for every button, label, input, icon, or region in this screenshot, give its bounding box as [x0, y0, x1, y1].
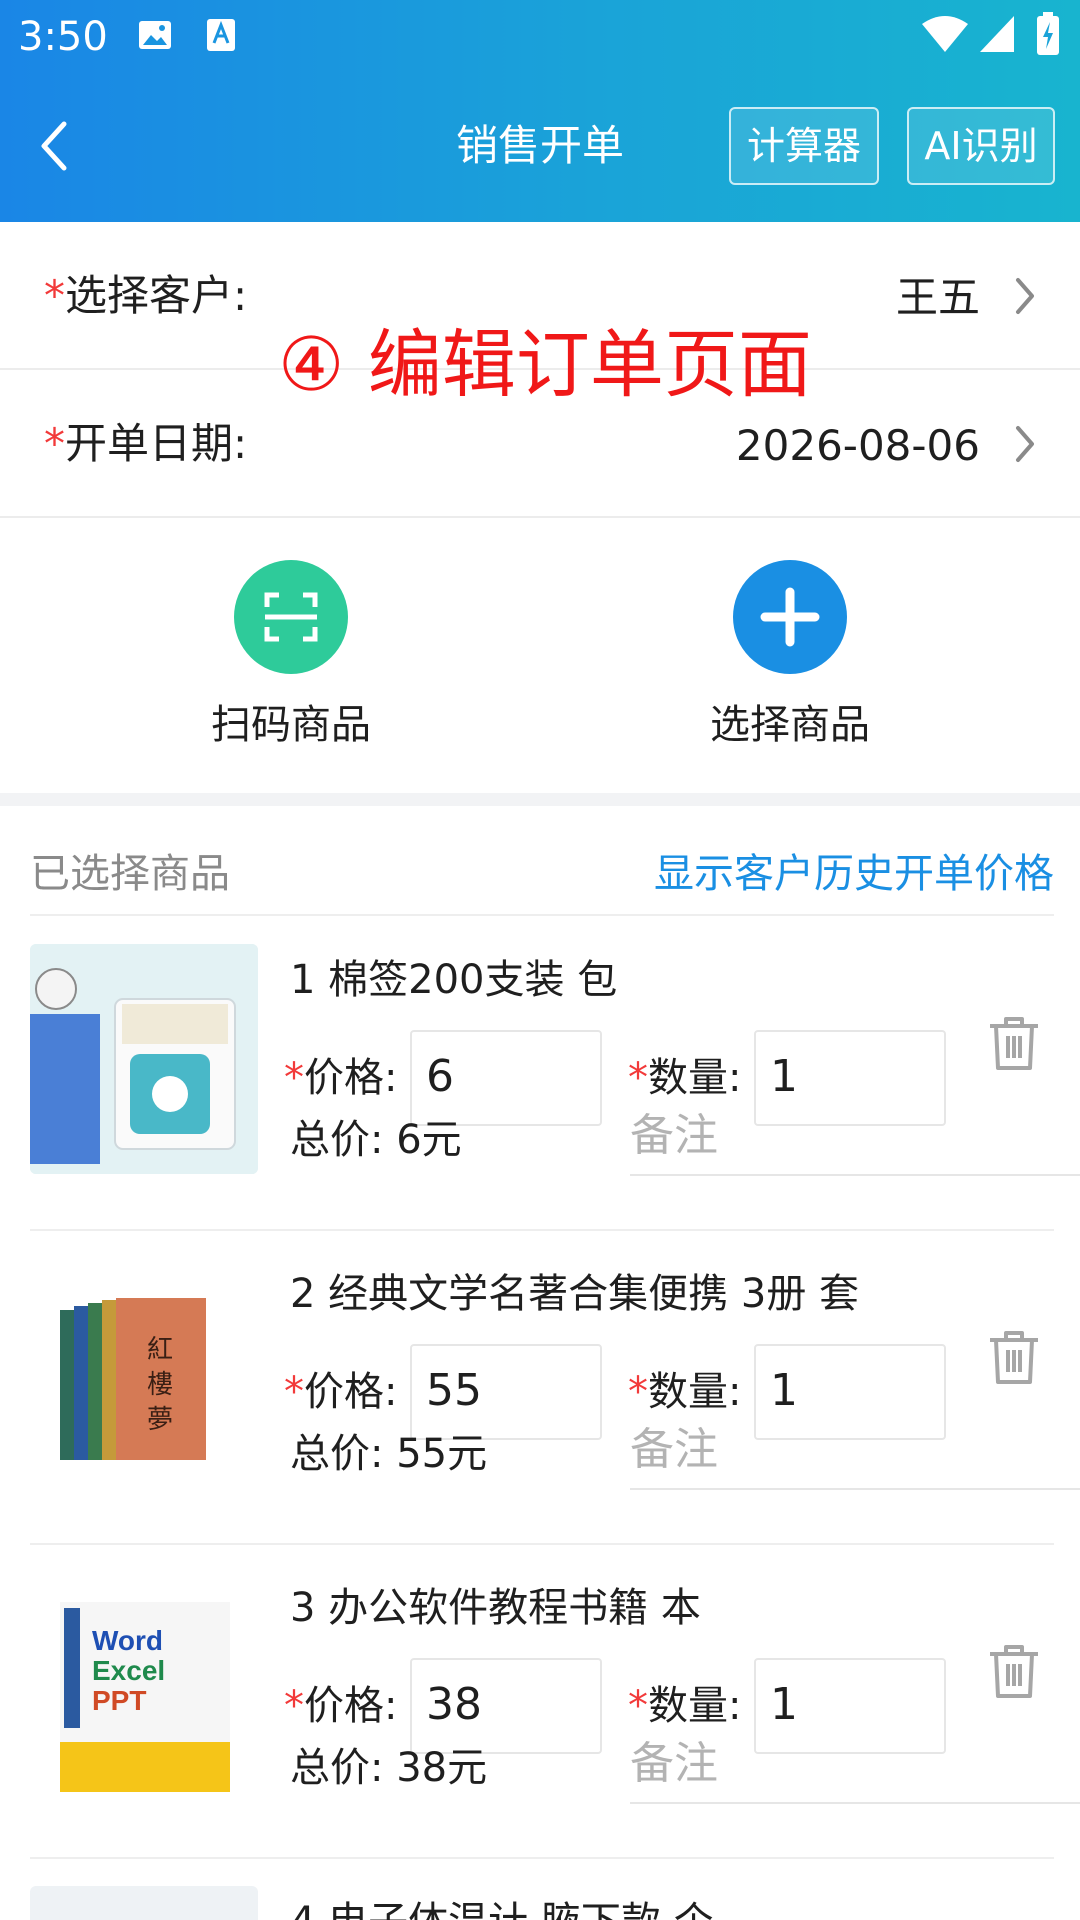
total-price: 总价: 55元 [290, 1426, 487, 1482]
product-name: 3 办公软件教程书籍 本 [290, 1585, 701, 1631]
total-label: 总价: [290, 1117, 384, 1163]
date-value: 2026-08-06 [735, 421, 980, 470]
select-product-label: 选择商品 [710, 702, 870, 748]
font-icon [207, 19, 235, 51]
customer-label-text: 选择客户: [65, 271, 248, 320]
svg-text:Word: Word [92, 1625, 163, 1656]
app-header: 3:50 销售开单 计算器 AI识别 [0, 0, 1080, 222]
product-image: 紅 樓 夢 [30, 1258, 258, 1488]
price-label: *价格: [284, 1050, 397, 1106]
required-mark: * [628, 1055, 648, 1101]
note-input[interactable]: 备注 [630, 1410, 1080, 1490]
selected-products-title: 已选择商品 [30, 851, 230, 897]
required-mark: * [44, 419, 65, 468]
product-name: 4 电子体温计 腋下款 个 [290, 1894, 714, 1920]
note-input[interactable]: 备注 [630, 1724, 1080, 1804]
svg-text:夢: 夢 [147, 1405, 173, 1435]
list-item: 1 棉签200支装 包 *价格: 6 *数量: 1 总价: 6元 备注 [0, 916, 1080, 1229]
note-input[interactable]: 备注 [630, 1096, 1080, 1176]
product-actions: 扫码商品 选择商品 [0, 518, 1080, 793]
wifi-icon [922, 16, 968, 52]
required-mark: * [284, 1369, 304, 1415]
product-image [30, 944, 258, 1174]
total-label: 总价: [290, 1745, 384, 1791]
scan-product-label: 扫码商品 [211, 702, 371, 748]
product-name: 2 经典文学名著合集便携 3册 套 [290, 1271, 860, 1317]
list-item: 4 电子体温计 腋下款 个 [0, 1858, 1080, 1920]
required-mark: * [628, 1369, 648, 1415]
annotation-label: ④ 编辑订单页面 [278, 322, 812, 408]
image-icon [139, 21, 171, 49]
price-label-text: 价格: [304, 1369, 398, 1415]
required-mark: * [44, 271, 65, 320]
date-label: *开单日期: [44, 414, 247, 474]
selected-products-panel: 已选择商品 显示客户历史开单价格 1 棉签200支装 包 *价格: 6 *数量:… [0, 806, 1080, 1920]
required-mark: * [284, 1683, 304, 1729]
scan-icon [234, 560, 348, 674]
customer-label: *选择客户: [44, 266, 247, 326]
list-item: Word Excel PPT 3 办公软件教程书籍 本 *价格: 38 *数量:… [0, 1544, 1080, 1857]
total-label: 总价: [290, 1431, 384, 1477]
chevron-right-icon [1016, 278, 1034, 314]
customer-history-price-link[interactable]: 显示客户历史开单价格 [654, 846, 1054, 902]
calculator-button[interactable]: 计算器 [729, 107, 879, 185]
price-label-text: 价格: [304, 1683, 398, 1729]
chevron-right-icon [1016, 426, 1034, 462]
price-label-text: 价格: [304, 1055, 398, 1101]
product-image: Word Excel PPT [30, 1572, 258, 1802]
required-mark: * [628, 1683, 648, 1729]
total-value: 38元 [396, 1745, 488, 1791]
total-price: 总价: 38元 [290, 1740, 487, 1796]
product-image [30, 1886, 258, 1920]
required-mark: * [284, 1055, 304, 1101]
trash-icon[interactable] [986, 1328, 1042, 1386]
qty-label-text: 数量: [648, 1369, 742, 1415]
total-value: 55元 [396, 1431, 488, 1477]
date-label-text: 开单日期: [65, 419, 248, 468]
qty-label-text: 数量: [648, 1683, 742, 1729]
select-product-button[interactable]: 选择商品 [650, 560, 930, 770]
svg-text:紅: 紅 [147, 1335, 173, 1365]
trash-icon[interactable] [986, 1014, 1042, 1072]
price-label: *价格: [284, 1364, 397, 1420]
scan-product-button[interactable]: 扫码商品 [151, 560, 431, 770]
svg-text:Excel: Excel [92, 1655, 165, 1686]
product-name: 1 棉签200支装 包 [290, 957, 618, 1003]
battery-icon [1037, 12, 1059, 55]
trash-icon[interactable] [986, 1642, 1042, 1700]
plus-icon [733, 560, 847, 674]
signal-icon [980, 16, 1014, 52]
qty-label-text: 数量: [648, 1055, 742, 1101]
list-item: 紅 樓 夢 2 经典文学名著合集便携 3册 套 *价格: 55 *数量: 1 总… [0, 1230, 1080, 1543]
customer-value: 王五 [895, 273, 980, 322]
price-label: *价格: [284, 1678, 397, 1734]
total-value: 6元 [396, 1117, 462, 1163]
status-time: 3:50 [18, 14, 108, 60]
svg-text:樓: 樓 [147, 1370, 173, 1400]
total-price: 总价: 6元 [290, 1112, 462, 1168]
ai-recognize-button[interactable]: AI识别 [907, 107, 1055, 185]
svg-text:PPT: PPT [92, 1685, 146, 1716]
status-bar: 3:50 [0, 0, 1080, 75]
